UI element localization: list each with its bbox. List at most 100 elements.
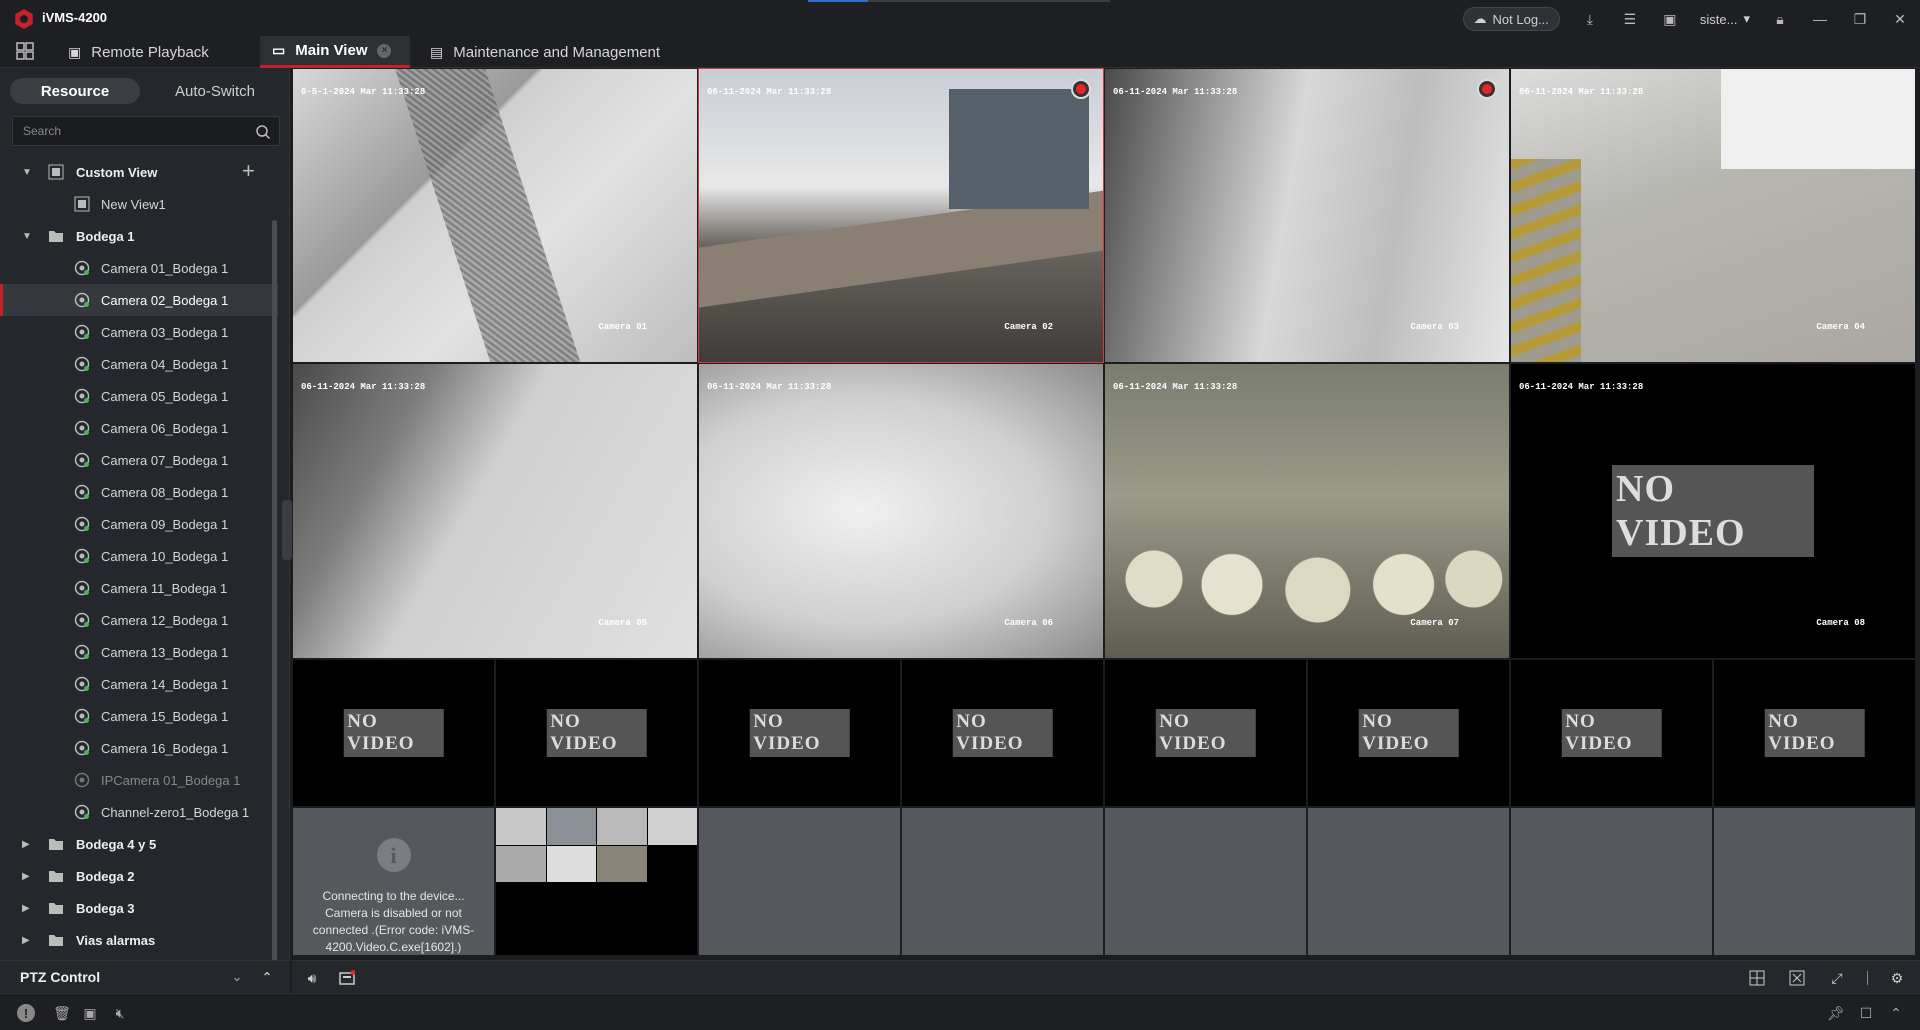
tree-item-camera[interactable]: Camera 16_Bodega 1 <box>0 732 278 764</box>
tree-item-ipcamera-offline[interactable]: IPCamera 01_Bodega 1 <box>0 764 278 796</box>
video-tile-no-video[interactable]: NO VIDEO <box>292 659 495 807</box>
video-tile-connecting[interactable]: i Connecting to the device... Camera is … <box>292 807 495 956</box>
chevron-up-double-icon[interactable]: ⌃ <box>1886 1003 1906 1023</box>
app-title: iVMS-4200 <box>42 10 108 25</box>
video-tile-empty[interactable] <box>1713 807 1916 956</box>
close-icon[interactable]: ✕ <box>1890 9 1910 29</box>
search-input[interactable]: Search <box>12 116 280 146</box>
tree-item-camera[interactable]: Camera 13_Bodega 1 <box>0 636 278 668</box>
tree-item-camera[interactable]: Camera 10_Bodega 1 <box>0 540 278 572</box>
tree-item-camera[interactable]: Camera 05_Bodega 1 <box>0 380 278 412</box>
tree-item-camera[interactable]: Camera 06_Bodega 1 <box>0 412 278 444</box>
tree-group-bodega-2[interactable]: ▶ Bodega 2 <box>0 860 278 892</box>
expand-right-icon[interactable]: ▶ <box>22 839 30 850</box>
tree-group-vias-alarmas[interactable]: ▶ Vias alarmas <box>0 924 278 956</box>
expand-down-icon[interactable]: ▼ <box>22 167 32 178</box>
gear-icon[interactable]: ⚙ <box>1887 968 1907 988</box>
tree-item-camera[interactable]: Camera 08_Bodega 1 <box>0 476 278 508</box>
expand-right-icon[interactable]: ▶ <box>22 871 30 882</box>
panel-collapse-handle[interactable] <box>282 500 292 560</box>
video-tile-empty[interactable] <box>901 807 1104 956</box>
video-tile-empty[interactable] <box>1307 807 1510 956</box>
mute-icon[interactable]: 🔇︎ <box>110 1003 130 1023</box>
recording-icon[interactable] <box>1071 79 1091 99</box>
video-tile-empty[interactable] <box>1104 807 1307 956</box>
video-tile-camera-01[interactable]: 0-5-1-2024 Mar 11:33:28 Camera 01 <box>292 68 698 363</box>
pin-icon[interactable]: 📌︎ <box>1826 1003 1846 1023</box>
video-tile-no-video[interactable]: NO VIDEO <box>495 659 698 807</box>
user-menu[interactable]: siste... ▾ <box>1700 11 1750 27</box>
video-tile-camera-03[interactable]: 06-11-2024 Mar 11:33:28 Camera 03 <box>1104 68 1510 363</box>
tree-group-bodega-4-y-5[interactable]: ▶ Bodega 4 y 5 <box>0 828 278 860</box>
window-icon[interactable]: ☐ <box>1856 1003 1876 1023</box>
video-tile-camera-08[interactable]: 06-11-2024 Mar 11:33:28 NO VIDEO Camera … <box>1510 363 1916 659</box>
video-tile-camera-02[interactable]: 06-11-2024 Mar 11:33:28 Camera 02 <box>698 68 1104 363</box>
tree-item-camera[interactable]: Camera 04_Bodega 1 <box>0 348 278 380</box>
video-tile-empty[interactable] <box>698 807 901 956</box>
minimize-icon[interactable]: — <box>1810 9 1830 29</box>
tree-item-camera[interactable]: Camera 11_Bodega 1 <box>0 572 278 604</box>
tree-item-camera-selected[interactable]: Camera 02_Bodega 1 <box>0 284 278 316</box>
tree-item-camera[interactable]: Camera 03_Bodega 1 <box>0 316 278 348</box>
expand-right-icon[interactable]: ▶ <box>22 903 30 914</box>
window-division-icon[interactable] <box>1747 968 1767 988</box>
lock-icon[interactable]: 🔒︎ <box>1770 9 1790 29</box>
video-tile-no-video[interactable]: NO VIDEO <box>698 659 901 807</box>
tree-item-new-view1[interactable]: New View1 <box>0 188 278 220</box>
fullscreen-icon[interactable]: ⤢ <box>1827 968 1847 988</box>
video-tile-no-video[interactable]: NO VIDEO <box>1713 659 1916 807</box>
add-icon[interactable]: + <box>242 158 255 184</box>
close-all-icon[interactable] <box>1787 968 1807 988</box>
chevron-up-icon[interactable]: ⌃ <box>262 970 272 984</box>
login-status-button[interactable]: ☁ Not Log... <box>1462 7 1560 31</box>
tree-item-camera[interactable]: Camera 09_Bodega 1 <box>0 508 278 540</box>
video-tile-no-video[interactable]: NO VIDEO <box>1104 659 1307 807</box>
tree-scrollbar[interactable] <box>272 220 277 975</box>
video-tile-camera-05[interactable]: 06-11-2024 Mar 11:33:28 Camera 05 <box>292 363 698 659</box>
ptz-control-bar[interactable]: PTZ Control ⌄ ⌃ <box>0 960 290 993</box>
video-tile-no-video[interactable]: NO VIDEO <box>1307 659 1510 807</box>
close-tab-icon[interactable]: × <box>377 43 392 58</box>
video-tile-no-video[interactable]: NO VIDEO <box>901 659 1104 807</box>
delete-icon[interactable]: 🗑︎ <box>52 1003 72 1023</box>
tab-maintenance[interactable]: ▤ Maintenance and Management <box>418 36 672 68</box>
tab-auto-switch[interactable]: Auto-Switch <box>150 78 280 104</box>
view-icon <box>74 196 90 212</box>
tree-item-camera[interactable]: Camera 15_Bodega 1 <box>0 700 278 732</box>
tree-item-camera[interactable]: Camera 07_Bodega 1 <box>0 444 278 476</box>
chevron-down-icon[interactable]: ⌄ <box>232 970 242 984</box>
tab-label: Remote Playback <box>91 43 209 61</box>
video-frame-texture <box>1511 159 1581 362</box>
recording-icon[interactable] <box>1477 79 1497 99</box>
tree-group-bodega-3[interactable]: ▶ Bodega 3 <box>0 892 278 924</box>
tree-item-channel-zero[interactable]: Channel-zero1_Bodega 1 <box>0 796 278 828</box>
tree-item-camera[interactable]: Camera 14_Bodega 1 <box>0 668 278 700</box>
download-icon[interactable]: ⤓ <box>1580 9 1600 29</box>
module-grid-icon[interactable] <box>16 42 34 60</box>
tree-group-custom-view[interactable]: ▼ Custom View + <box>0 156 278 188</box>
record-all-icon[interactable] <box>337 968 357 988</box>
volume-icon[interactable]: 🔊︎ <box>302 968 322 988</box>
tree-item-camera[interactable]: Camera 12_Bodega 1 <box>0 604 278 636</box>
restore-icon[interactable]: ❐ <box>1850 9 1870 29</box>
capture-image-icon[interactable]: ▣ <box>80 1003 100 1023</box>
tab-resource[interactable]: Resource <box>10 78 140 104</box>
osd-camera-label: Camera 04 <box>1816 322 1865 332</box>
video-tile-empty[interactable] <box>1510 807 1713 956</box>
task-list-icon[interactable]: ☰ <box>1620 9 1640 29</box>
video-tile-camera-07[interactable]: 06-11-2024 Mar 11:33:28 Camera 07 <box>1104 363 1510 659</box>
image-icon[interactable]: ▣ <box>1660 9 1680 29</box>
video-tile-channel-zero[interactable] <box>495 807 698 956</box>
expand-right-icon[interactable]: ▶ <box>22 935 30 946</box>
tree-item-camera[interactable]: Camera 01_Bodega 1 <box>0 252 278 284</box>
tree-group-bodega-1[interactable]: ▼ Bodega 1 <box>0 220 278 252</box>
expand-down-icon[interactable]: ▼ <box>22 231 32 242</box>
alarm-warning-icon[interactable]: ! <box>16 1003 36 1023</box>
tab-remote-playback[interactable]: ▣ Remote Playback <box>56 36 221 68</box>
video-tile-no-video[interactable]: NO VIDEO <box>1510 659 1713 807</box>
search-icon[interactable] <box>255 124 271 140</box>
video-tile-camera-06[interactable]: 06-11-2024 Mar 11:33:28 Camera 06 <box>698 363 1104 659</box>
video-tile-camera-04[interactable]: 06-11-2024 Mar 11:33:28 Camera 04 <box>1510 68 1916 363</box>
tab-main-view[interactable]: ▭ Main View × <box>260 36 410 68</box>
osd-timestamp: 06-11-2024 Mar 11:33:28 <box>301 382 426 392</box>
